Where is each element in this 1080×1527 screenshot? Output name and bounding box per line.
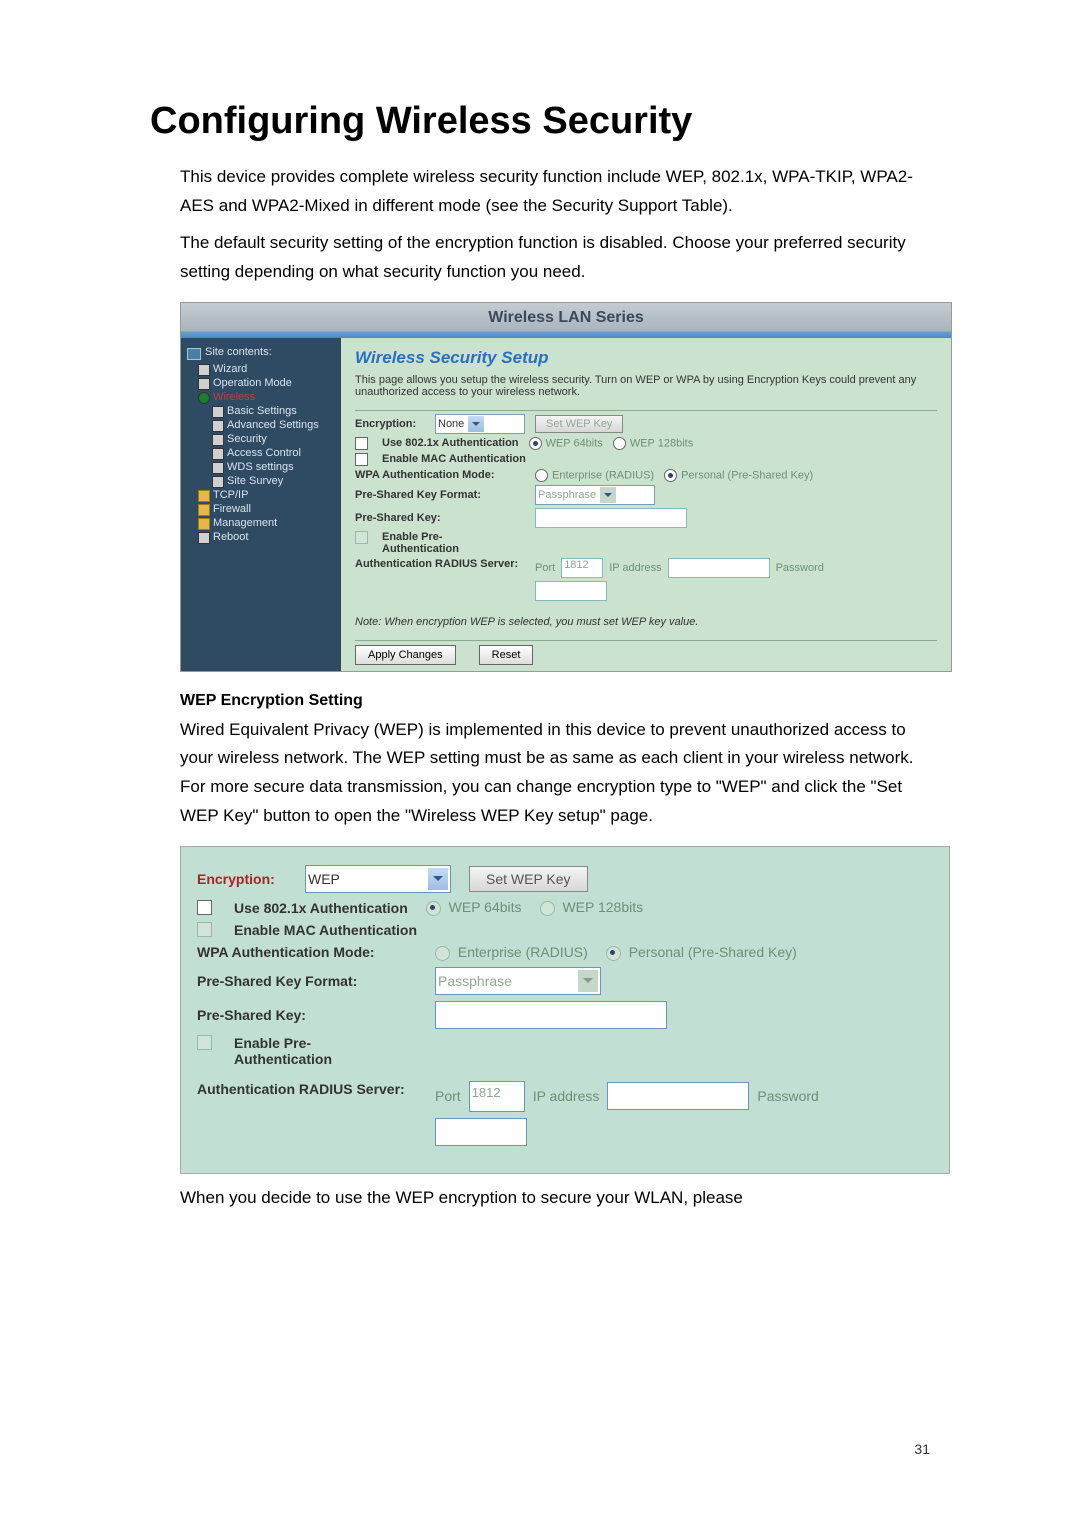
ip-input[interactable] (668, 558, 770, 578)
sidebar-item-access-control[interactable]: Access Control (185, 446, 337, 460)
password-input[interactable] (435, 1118, 527, 1146)
encryption-label: Encryption: (197, 871, 287, 887)
chevron-down-icon (600, 487, 616, 503)
chevron-down-icon (468, 416, 484, 432)
sidebar-title: Site contents: (185, 346, 337, 358)
page-number: 31 (914, 1441, 930, 1457)
pre-auth-checkbox[interactable] (197, 1035, 212, 1050)
psk-label: Pre-Shared Key: (197, 1007, 417, 1023)
set-wep-key-button[interactable]: Set WEP Key (469, 866, 588, 892)
wep128-label: WEP 128bits (562, 899, 643, 915)
device-banner: Wireless LAN Series (181, 303, 951, 332)
sidebar-item-wizard[interactable]: Wizard (185, 362, 337, 376)
sidebar-item-wireless[interactable]: Wireless (185, 390, 337, 404)
ip-label: IP address (609, 562, 661, 574)
sidebar-item-advanced-settings[interactable]: Advanced Settings (185, 418, 337, 432)
pre-auth-label: Enable Pre-Authentication (382, 531, 482, 555)
pre-auth-label: Enable Pre-Authentication (234, 1035, 374, 1067)
encryption-select[interactable]: WEP (305, 865, 451, 893)
wep-paragraph: Wired Equivalent Privacy (WEP) is implem… (150, 716, 940, 832)
encryption-label: Encryption: (355, 418, 425, 430)
mac-auth-checkbox[interactable] (355, 453, 368, 466)
password-input[interactable] (535, 581, 607, 601)
password-label: Password (757, 1088, 818, 1104)
psk-input[interactable] (535, 508, 687, 528)
psk-format-label: Pre-Shared Key Format: (197, 973, 417, 989)
wep64-radio[interactable] (529, 437, 542, 450)
wep64-label: WEP 64bits (546, 437, 603, 449)
enterprise-label: Enterprise (RADIUS) (458, 944, 588, 960)
psk-format-value: Passphrase (438, 973, 578, 989)
wep64-label: WEP 64bits (449, 899, 522, 915)
sidebar-item-management[interactable]: Management (185, 516, 337, 530)
sidebar-item-site-survey[interactable]: Site Survey (185, 474, 337, 488)
encryption-value: None (438, 418, 464, 430)
personal-radio[interactable] (606, 946, 621, 961)
wep128-label: WEP 128bits (630, 437, 693, 449)
note-text: Note: When encryption WEP is selected, y… (355, 616, 937, 628)
port-input[interactable]: 1812 (561, 558, 603, 578)
wep128-radio[interactable] (613, 437, 626, 450)
personal-label: Personal (Pre-Shared Key) (681, 469, 813, 481)
sidebar-item-reboot[interactable]: Reboot (185, 530, 337, 544)
sidebar-item-operation-mode[interactable]: Operation Mode (185, 376, 337, 390)
wep128-radio[interactable] (540, 901, 555, 916)
radius-label: Authentication RADIUS Server: (197, 1081, 417, 1097)
use-8021x-label: Use 802.1x Authentication (234, 900, 408, 916)
wpa-mode-label: WPA Authentication Mode: (355, 469, 525, 481)
use-8021x-label: Use 802.1x Authentication (382, 437, 519, 449)
content-title: Wireless Security Setup (355, 348, 937, 368)
pre-auth-checkbox[interactable] (355, 531, 368, 544)
psk-input[interactable] (435, 1001, 667, 1029)
sidebar-item-tcpip[interactable]: TCP/IP (185, 488, 337, 502)
enterprise-radio[interactable] (535, 469, 548, 482)
mac-auth-label: Enable MAC Authentication (234, 922, 417, 938)
port-input[interactable]: 1812 (469, 1081, 525, 1112)
sidebar-item-wds-settings[interactable]: WDS settings (185, 460, 337, 474)
intro-paragraph-2: The default security setting of the encr… (150, 229, 940, 287)
personal-label: Personal (Pre-Shared Key) (629, 944, 797, 960)
ip-label: IP address (533, 1088, 600, 1104)
enterprise-label: Enterprise (RADIUS) (552, 469, 654, 481)
apply-button[interactable]: Apply Changes (355, 645, 456, 665)
chevron-down-icon (428, 868, 448, 890)
radius-label: Authentication RADIUS Server: (355, 558, 525, 570)
encryption-value: WEP (308, 871, 428, 887)
closing-paragraph: When you decide to use the WEP encryptio… (150, 1184, 940, 1213)
screenshot-wep-form: Encryption: WEP Set WEP Key Use 802.1x A… (180, 846, 950, 1174)
psk-label: Pre-Shared Key: (355, 512, 525, 524)
screenshot-wireless-security: Wireless LAN Series Site contents: Wizar… (180, 302, 952, 672)
wpa-mode-label: WPA Authentication Mode: (197, 944, 417, 960)
reset-button[interactable]: Reset (479, 645, 534, 665)
password-label: Password (776, 562, 824, 574)
psk-format-select[interactable]: Passphrase (435, 967, 601, 995)
encryption-select[interactable]: None (435, 414, 525, 434)
sidebar-item-basic-settings[interactable]: Basic Settings (185, 404, 337, 418)
psk-format-value: Passphrase (538, 489, 596, 501)
sidebar: Site contents: Wizard Operation Mode Wir… (181, 338, 341, 671)
intro-paragraph-1: This device provides complete wireless s… (150, 163, 940, 221)
enterprise-radio[interactable] (435, 946, 450, 961)
use-8021x-checkbox[interactable] (355, 437, 368, 450)
chevron-down-icon (578, 970, 598, 992)
personal-radio[interactable] (664, 469, 677, 482)
mac-auth-checkbox[interactable] (197, 922, 212, 937)
port-label: Port (535, 562, 555, 574)
psk-format-label: Pre-Shared Key Format: (355, 489, 525, 501)
main-content: Wireless Security Setup This page allows… (341, 338, 951, 671)
mac-auth-label: Enable MAC Authentication (382, 453, 526, 465)
use-8021x-checkbox[interactable] (197, 900, 212, 915)
wep-heading: WEP Encryption Setting (180, 692, 940, 710)
sidebar-item-security[interactable]: Security (185, 432, 337, 446)
psk-format-select[interactable]: Passphrase (535, 485, 655, 505)
port-label: Port (435, 1088, 461, 1104)
set-wep-key-button[interactable]: Set WEP Key (535, 415, 623, 433)
page-heading: Configuring Wireless Security (150, 100, 940, 143)
ip-input[interactable] (607, 1082, 749, 1110)
content-description: This page allows you setup the wireless … (355, 374, 937, 398)
sidebar-item-firewall[interactable]: Firewall (185, 502, 337, 516)
wep64-radio[interactable] (426, 901, 441, 916)
